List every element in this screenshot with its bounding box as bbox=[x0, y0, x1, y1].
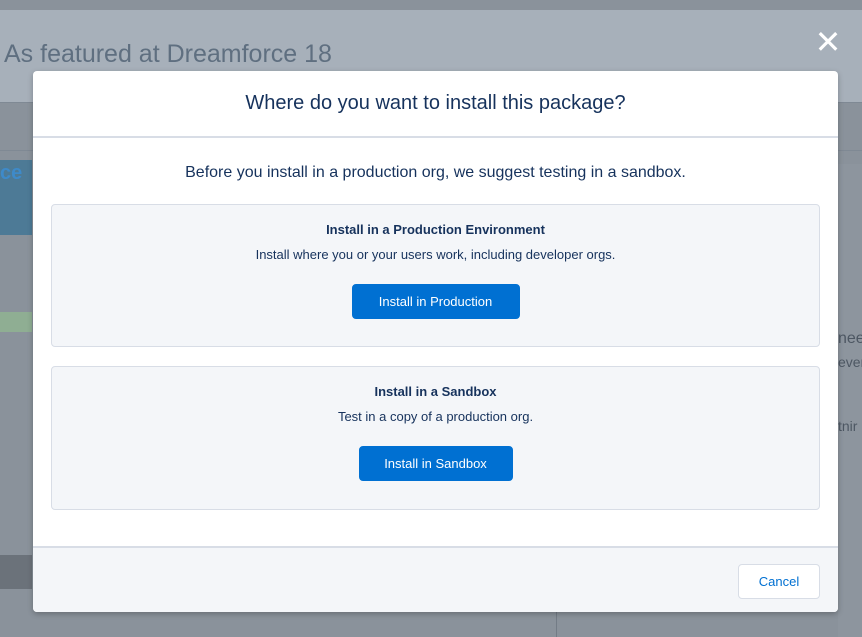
background-right-fragment: ever bbox=[838, 354, 862, 370]
production-option-card: Install in a Production Environment Inst… bbox=[51, 204, 820, 347]
background-left-badge bbox=[0, 312, 32, 332]
close-icon[interactable]: ✕ bbox=[814, 26, 842, 58]
cancel-button[interactable]: Cancel bbox=[738, 564, 820, 599]
screen: As featured at Dreamforce 18 ce nee ever… bbox=[0, 0, 862, 637]
modal-footer: Cancel bbox=[33, 546, 838, 612]
background-right-panel bbox=[838, 164, 862, 637]
background-left-bar bbox=[0, 555, 32, 589]
background-page-title: As featured at Dreamforce 18 bbox=[4, 40, 332, 68]
modal-header: Where do you want to install this packag… bbox=[33, 71, 838, 138]
production-option-description: Install where you or your users work, in… bbox=[255, 247, 616, 262]
install-package-modal: Where do you want to install this packag… bbox=[33, 71, 838, 612]
install-in-production-button[interactable]: Install in Production bbox=[351, 284, 520, 319]
sandbox-option-title: Install in a Sandbox bbox=[374, 384, 497, 399]
production-option-title: Install in a Production Environment bbox=[326, 222, 545, 237]
install-in-sandbox-button[interactable]: Install in Sandbox bbox=[358, 446, 513, 481]
sandbox-option-card: Install in a Sandbox Test in a copy of a… bbox=[51, 366, 820, 510]
modal-intro-text: Before you install in a production org, … bbox=[185, 164, 686, 181]
modal-title: Where do you want to install this packag… bbox=[245, 92, 626, 114]
sandbox-option-description: Test in a copy of a production org. bbox=[337, 409, 534, 424]
modal-body: Before you install in a production org, … bbox=[33, 138, 838, 546]
background-left-fragment: ce bbox=[0, 162, 23, 184]
background-divider bbox=[556, 612, 557, 637]
background-right-fragment: nee bbox=[838, 330, 862, 347]
background-right-fragment: tnir bbox=[838, 418, 858, 434]
